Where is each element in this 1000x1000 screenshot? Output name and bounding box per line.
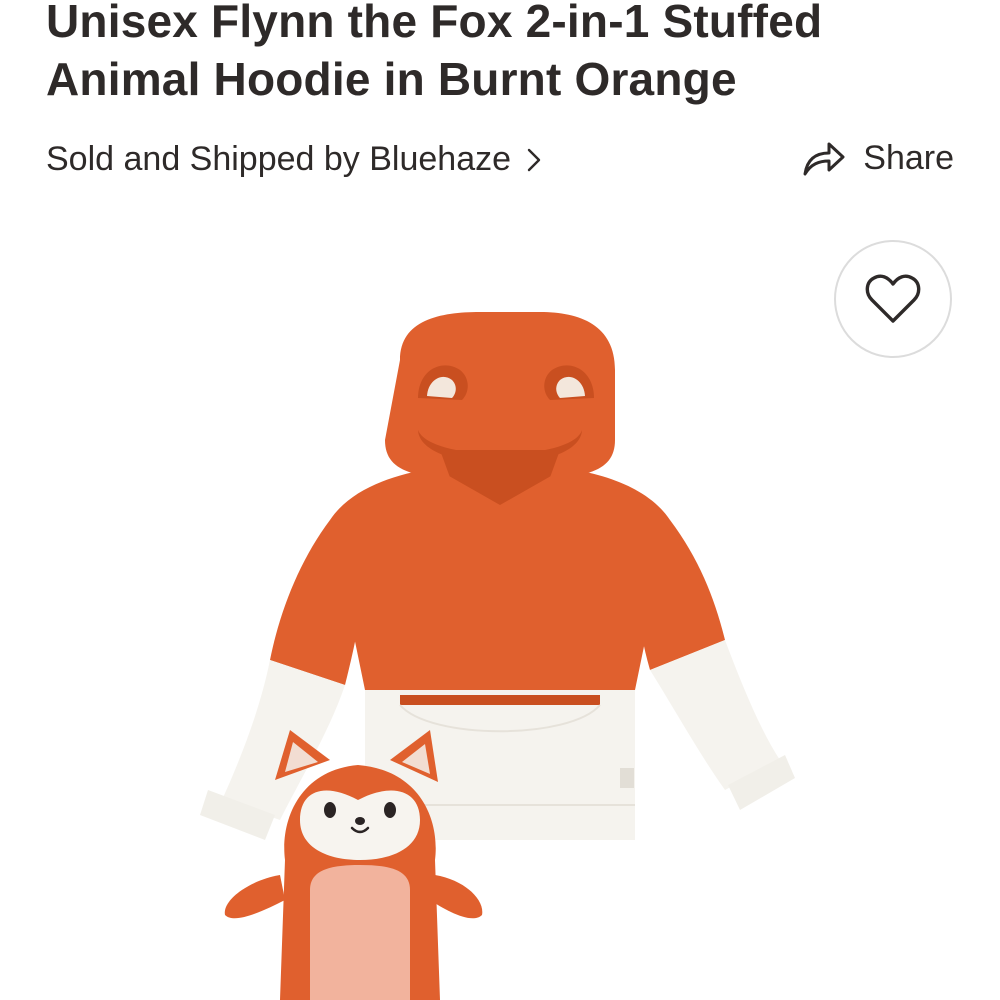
share-arrow-icon (803, 142, 845, 176)
share-label: Share (863, 138, 954, 177)
chevron-right-icon (527, 148, 541, 171)
seller-link[interactable]: Sold and Shipped by Bluehaze (46, 140, 541, 179)
product-page: Unisex Flynn the Fox 2-in-1 Stuffed Anim… (0, 0, 1000, 1000)
product-image (180, 300, 820, 1000)
product-title: Unisex Flynn the Fox 2-in-1 Stuffed Anim… (46, 0, 823, 105)
seller-text: Sold and Shipped by Bluehaze (46, 140, 512, 178)
favorite-button[interactable] (834, 240, 952, 358)
heart-outline-icon (865, 274, 921, 323)
share-button[interactable]: Share (801, 138, 954, 178)
hoodie-illustration (200, 312, 795, 1000)
